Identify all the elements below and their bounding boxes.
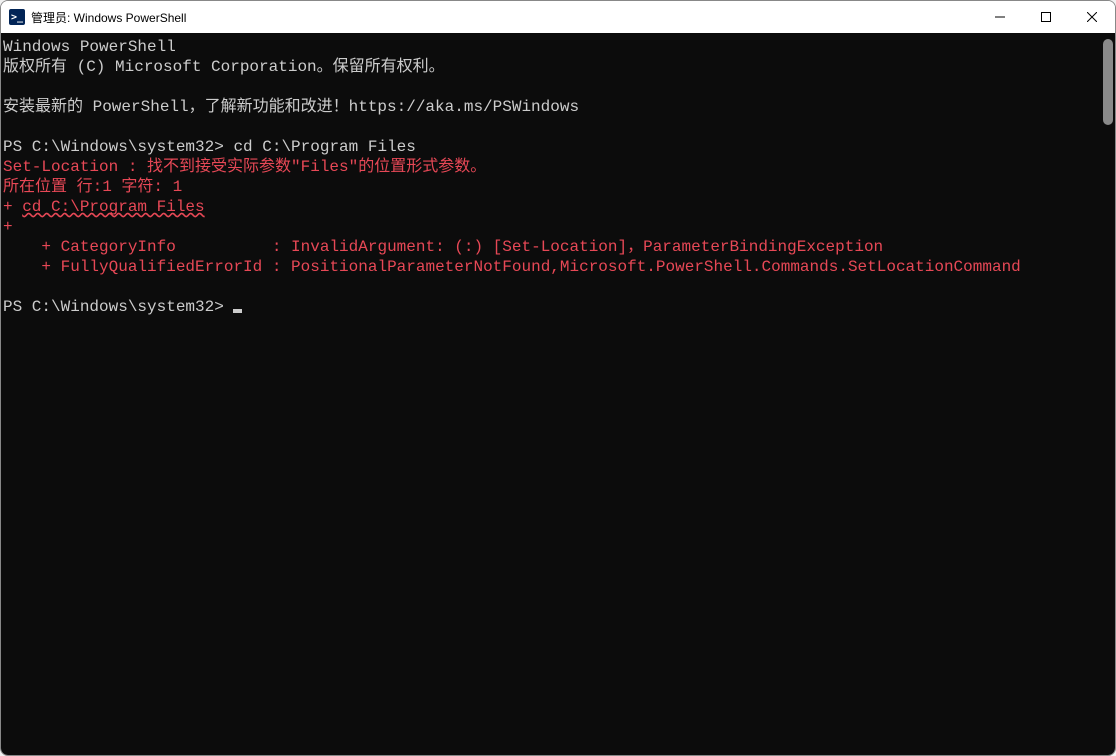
error-line-2: 所在位置 行:1 字符: 1 — [3, 178, 182, 196]
terminal-output[interactable]: Windows PowerShell 版权所有 (C) Microsoft Co… — [1, 33, 1115, 755]
error-line-4: + — [3, 218, 22, 236]
titlebar-left: >_ 管理员: Windows PowerShell — [9, 9, 186, 26]
scrollbar-thumb[interactable] — [1103, 39, 1113, 125]
powershell-icon-glyph: >_ — [11, 12, 23, 23]
maximize-button[interactable] — [1023, 1, 1069, 33]
prompt-1: PS C:\Windows\system32> — [3, 138, 233, 156]
minimize-icon — [995, 12, 1005, 22]
window-title: 管理员: Windows PowerShell — [31, 9, 186, 26]
minimize-button[interactable] — [977, 1, 1023, 33]
error-line-1: Set-Location : 找不到接受实际参数"Files"的位置形式参数。 — [3, 158, 486, 176]
error-line-3-prefix: + — [3, 198, 22, 216]
error-line-5: + CategoryInfo : InvalidArgument: (:) [S… — [3, 238, 883, 256]
terminal-area[interactable]: Windows PowerShell 版权所有 (C) Microsoft Co… — [1, 33, 1115, 755]
banner-line-2: 版权所有 (C) Microsoft Corporation。保留所有权利。 — [3, 58, 445, 76]
prompt-2: PS C:\Windows\system32> — [3, 298, 233, 316]
cursor — [233, 309, 242, 313]
error-line-3-cmd: cd C:\Program Files — [22, 198, 204, 216]
window-controls — [977, 1, 1115, 33]
powershell-icon: >_ — [9, 9, 25, 25]
banner-line-1: Windows PowerShell — [3, 38, 176, 56]
error-line-6: + FullyQualifiedErrorId : PositionalPara… — [3, 258, 1021, 276]
powershell-window: >_ 管理员: Windows PowerShell Windows Power… — [0, 0, 1116, 756]
maximize-icon — [1041, 12, 1051, 22]
close-icon — [1087, 12, 1097, 22]
command-1: cd C:\Program Files — [233, 138, 415, 156]
titlebar[interactable]: >_ 管理员: Windows PowerShell — [1, 1, 1115, 33]
hint-line: 安装最新的 PowerShell，了解新功能和改进！https://aka.ms… — [3, 98, 579, 116]
close-button[interactable] — [1069, 1, 1115, 33]
